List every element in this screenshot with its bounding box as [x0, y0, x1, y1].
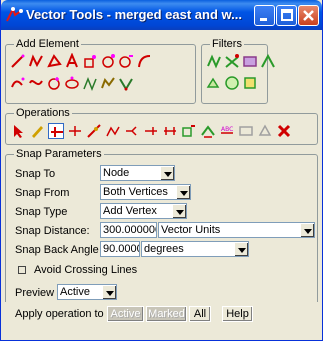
add-element-legend: Add Element [14, 38, 81, 50]
text-icon[interactable] [64, 52, 80, 69]
chevron-down-icon[interactable] [160, 166, 174, 180]
add-element-row-1 [10, 52, 152, 69]
node-link-icon[interactable] [162, 123, 178, 139]
operations-legend: Operations [14, 107, 72, 119]
edit-vertex-icon[interactable] [86, 123, 102, 139]
filter-f-icon[interactable] [224, 75, 240, 91]
polygon-icon[interactable] [46, 53, 62, 69]
region-icon[interactable] [100, 75, 116, 91]
operations-group: Operations ABC [5, 107, 318, 145]
snap-from-value: Both Vertices [103, 186, 168, 198]
filters-row-2 [206, 75, 258, 91]
snap-from-label: Snap From [15, 187, 70, 199]
point-icon[interactable] [82, 53, 98, 69]
chevron-down-icon[interactable] [234, 242, 248, 256]
snap-to-value: Node [103, 167, 130, 179]
snap-type-label: Snap Type [15, 206, 68, 218]
filters-legend: Filters [210, 38, 244, 50]
delete-icon[interactable] [276, 123, 292, 139]
split-icon[interactable] [48, 123, 64, 139]
svg-text:ABC: ABC [221, 126, 233, 133]
preview-value: Active [60, 286, 90, 298]
filter-g-icon[interactable] [242, 75, 258, 91]
operations-row: ABC [10, 123, 292, 139]
snap-back-angle-units-select[interactable]: degrees [141, 241, 249, 257]
chevron-down-icon[interactable] [176, 185, 190, 199]
apply-active-button: Active [107, 306, 144, 322]
chevron-down-icon[interactable] [172, 204, 186, 218]
preview-select[interactable]: Active [57, 284, 117, 300]
node-icon[interactable] [118, 75, 134, 91]
snap-back-angle-label: Snap Back Angle [15, 244, 99, 256]
filter-b-icon[interactable] [224, 53, 240, 69]
help-button[interactable]: Help [222, 306, 253, 322]
label-icon[interactable] [200, 123, 216, 139]
close-button[interactable] [298, 5, 319, 26]
select-arrow-icon[interactable] [10, 123, 26, 139]
add-element-group: Add Element [5, 38, 196, 104]
spline-icon[interactable] [28, 75, 44, 91]
filters-row-1 [206, 53, 276, 69]
filter-c-icon[interactable] [242, 53, 258, 69]
ellipse-icon[interactable] [64, 75, 80, 91]
filters-group: Filters [201, 38, 275, 104]
window-title: Vector Tools - merged east and w... [26, 7, 242, 22]
minimize-button[interactable] [254, 5, 275, 26]
filter-a-icon[interactable] [206, 53, 222, 69]
preview-label: Preview [15, 287, 55, 299]
polyline-icon[interactable] [28, 53, 44, 69]
merge-icon[interactable] [124, 123, 140, 139]
curve-icon[interactable] [10, 75, 26, 91]
snap-from-select[interactable]: Both Vertices [100, 184, 191, 200]
snap-distance-label: Snap Distance: [15, 225, 90, 237]
vector-tools-app-icon [5, 6, 23, 24]
snap-distance-units-select[interactable]: Vector Units [158, 222, 315, 238]
apply-bar: Apply operation to Active Marked All Hel… [5, 302, 318, 336]
trace-icon[interactable] [82, 75, 98, 92]
symbol-icon[interactable] [118, 53, 134, 69]
apply-label: Apply operation to [15, 308, 104, 320]
chevron-down-icon[interactable] [102, 285, 116, 299]
snap-back-angle-units-value: degrees [144, 243, 184, 255]
join-icon[interactable] [67, 123, 83, 139]
move-icon[interactable] [181, 123, 197, 139]
snap-distance-units-value: Vector Units [161, 224, 221, 236]
pen-icon[interactable] [29, 123, 45, 139]
snap-parameters-legend: Snap Parameters [14, 148, 104, 160]
snap-type-select[interactable]: Add Vertex [100, 203, 187, 219]
snap-back-angle-input[interactable]: 90.0000 [100, 241, 140, 257]
snap-to-label: Snap To [15, 168, 56, 180]
smooth-icon[interactable] [105, 123, 121, 139]
vector-tools-window: Vector Tools - merged east and w... Add … [0, 0, 323, 341]
line-icon[interactable] [10, 53, 26, 69]
filter-e-icon[interactable] [206, 75, 222, 91]
snap-distance-input[interactable]: 300.000000 [100, 222, 157, 238]
attribute-icon[interactable]: ABC [219, 123, 235, 139]
maximize-button[interactable] [276, 5, 297, 26]
chevron-down-icon[interactable] [300, 223, 314, 237]
apply-marked-button: Marked [146, 306, 187, 322]
avoid-crossing-label: Avoid Crossing Lines [34, 264, 138, 276]
extend-icon[interactable] [143, 123, 159, 139]
add-element-row-2 [10, 75, 134, 92]
snap-type-value: Add Vertex [103, 205, 157, 217]
apply-all-button[interactable]: All [189, 306, 211, 322]
filter-d-icon[interactable] [260, 53, 276, 69]
delete-disabled-icon [238, 123, 254, 139]
cloud-icon[interactable] [100, 53, 116, 69]
avoid-crossing-checkbox[interactable] [18, 266, 26, 274]
arc-icon[interactable] [136, 53, 152, 69]
snap-to-select[interactable]: Node [100, 165, 175, 181]
title-bar[interactable]: Vector Tools - merged east and w... [1, 0, 322, 30]
recycle-icon[interactable] [257, 123, 273, 139]
circle-icon[interactable] [46, 75, 62, 91]
